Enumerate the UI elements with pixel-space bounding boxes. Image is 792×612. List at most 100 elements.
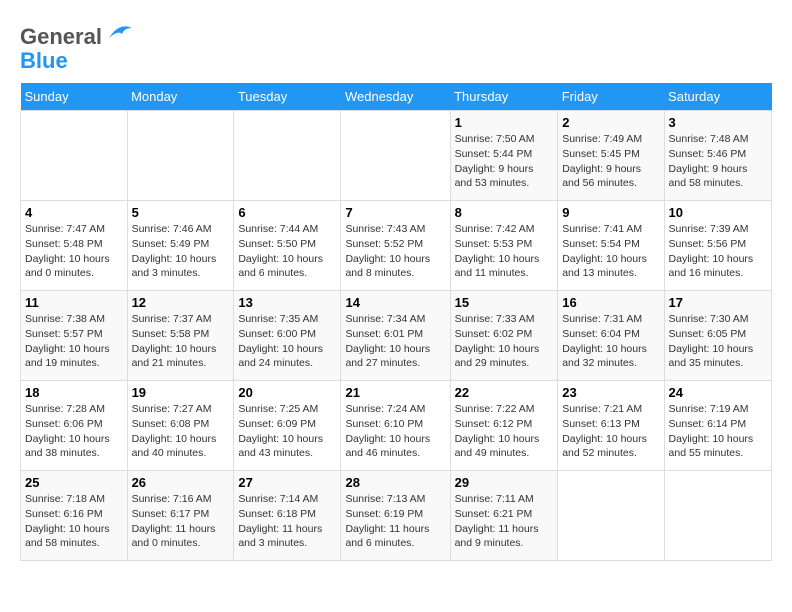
- logo: General Blue: [20, 20, 134, 73]
- day-number: 14: [345, 295, 445, 310]
- week-row-2: 4 Sunrise: 7:47 AM Sunset: 5:48 PM Daylig…: [21, 201, 772, 291]
- day-info: Sunrise: 7:38 AM Sunset: 5:57 PM Dayligh…: [25, 312, 123, 371]
- day-number: 9: [562, 205, 659, 220]
- calendar-cell: 2 Sunrise: 7:49 AM Sunset: 5:45 PM Daylig…: [558, 111, 664, 201]
- header-wednesday: Wednesday: [341, 83, 450, 111]
- calendar-cell: [664, 471, 771, 561]
- day-number: 23: [562, 385, 659, 400]
- day-number: 16: [562, 295, 659, 310]
- calendar-cell: 25Sunrise: 7:18 AM Sunset: 6:16 PM Dayli…: [21, 471, 128, 561]
- header-thursday: Thursday: [450, 83, 558, 111]
- day-info: Sunrise: 7:39 AM Sunset: 5:56 PM Dayligh…: [669, 222, 767, 281]
- calendar-cell: 10 Sunrise: 7:39 AM Sunset: 5:56 PM Dayli…: [664, 201, 771, 291]
- week-row-1: 1 Sunrise: 7:50 AM Sunset: 5:44 PM Daylig…: [21, 111, 772, 201]
- day-info: Sunrise: 7:42 AM Sunset: 5:53 PM Dayligh…: [455, 222, 554, 281]
- day-number: 17: [669, 295, 767, 310]
- day-info: Sunrise: 7:16 AM Sunset: 6:17 PM Dayligh…: [132, 492, 230, 551]
- day-info: Sunrise: 7:46 AM Sunset: 5:49 PM Dayligh…: [132, 222, 230, 281]
- day-number: 4: [25, 205, 123, 220]
- calendar-cell: 27 Sunrise: 7:14 AM Sunset: 6:18 PM Dayli…: [234, 471, 341, 561]
- calendar-cell: 14 Sunrise: 7:34 AM Sunset: 6:01 PM Dayli…: [341, 291, 450, 381]
- calendar-cell: 28 Sunrise: 7:13 AM Sunset: 6:19 PM Dayli…: [341, 471, 450, 561]
- day-number: 2: [562, 115, 659, 130]
- day-number: 5: [132, 205, 230, 220]
- day-info: Sunrise: 7:31 AM Sunset: 6:04 PM Dayligh…: [562, 312, 659, 371]
- calendar-cell: 11 Sunrise: 7:38 AM Sunset: 5:57 PM Dayli…: [21, 291, 128, 381]
- calendar-cell: [558, 471, 664, 561]
- day-info: Sunrise: 7:43 AM Sunset: 5:52 PM Dayligh…: [345, 222, 445, 281]
- day-number: 24: [669, 385, 767, 400]
- calendar-cell: 16 Sunrise: 7:31 AM Sunset: 6:04 PM Dayli…: [558, 291, 664, 381]
- day-info: Sunrise: 7:11 AM Sunset: 6:21 PM Dayligh…: [455, 492, 554, 551]
- day-info: Sunrise: 7:49 AM Sunset: 5:45 PM Dayligh…: [562, 132, 659, 191]
- day-number: 28: [345, 475, 445, 490]
- calendar-cell: 23 Sunrise: 7:21 AM Sunset: 6:13 PM Dayli…: [558, 381, 664, 471]
- calendar-cell: 3Sunrise: 7:48 AM Sunset: 5:46 PM Daylig…: [664, 111, 771, 201]
- day-number: 15: [455, 295, 554, 310]
- calendar-cell: 7 Sunrise: 7:43 AM Sunset: 5:52 PM Daylig…: [341, 201, 450, 291]
- calendar-cell: [127, 111, 234, 201]
- calendar-cell: 22Sunrise: 7:22 AM Sunset: 6:12 PM Dayli…: [450, 381, 558, 471]
- calendar-cell: [21, 111, 128, 201]
- calendar-cell: 1 Sunrise: 7:50 AM Sunset: 5:44 PM Daylig…: [450, 111, 558, 201]
- day-number: 22: [455, 385, 554, 400]
- logo-general: General: [20, 24, 102, 49]
- day-info: Sunrise: 7:37 AM Sunset: 5:58 PM Dayligh…: [132, 312, 230, 371]
- day-info: Sunrise: 7:24 AM Sunset: 6:10 PM Dayligh…: [345, 402, 445, 461]
- day-number: 29: [455, 475, 554, 490]
- week-row-4: 18 Sunrise: 7:28 AM Sunset: 6:06 PM Dayli…: [21, 381, 772, 471]
- day-info: Sunrise: 7:34 AM Sunset: 6:01 PM Dayligh…: [345, 312, 445, 371]
- calendar-cell: 12 Sunrise: 7:37 AM Sunset: 5:58 PM Dayli…: [127, 291, 234, 381]
- header-friday: Friday: [558, 83, 664, 111]
- day-info: Sunrise: 7:21 AM Sunset: 6:13 PM Dayligh…: [562, 402, 659, 461]
- day-info: Sunrise: 7:28 AM Sunset: 6:06 PM Dayligh…: [25, 402, 123, 461]
- day-info: Sunrise: 7:14 AM Sunset: 6:18 PM Dayligh…: [238, 492, 336, 551]
- day-number: 21: [345, 385, 445, 400]
- day-number: 12: [132, 295, 230, 310]
- calendar-cell: 15 Sunrise: 7:33 AM Sunset: 6:02 PM Dayli…: [450, 291, 558, 381]
- day-info: Sunrise: 7:27 AM Sunset: 6:08 PM Dayligh…: [132, 402, 230, 461]
- calendar-table: SundayMondayTuesdayWednesdayThursdayFrid…: [20, 83, 772, 561]
- day-number: 10: [669, 205, 767, 220]
- day-number: 26: [132, 475, 230, 490]
- day-info: Sunrise: 7:41 AM Sunset: 5:54 PM Dayligh…: [562, 222, 659, 281]
- logo-bird-icon: [104, 20, 134, 44]
- day-number: 8: [455, 205, 554, 220]
- calendar-cell: 26 Sunrise: 7:16 AM Sunset: 6:17 PM Dayli…: [127, 471, 234, 561]
- calendar-cell: 13Sunrise: 7:35 AM Sunset: 6:00 PM Dayli…: [234, 291, 341, 381]
- calendar-cell: 24 Sunrise: 7:19 AM Sunset: 6:14 PM Dayli…: [664, 381, 771, 471]
- day-number: 7: [345, 205, 445, 220]
- day-number: 1: [455, 115, 554, 130]
- calendar-cell: 4 Sunrise: 7:47 AM Sunset: 5:48 PM Daylig…: [21, 201, 128, 291]
- calendar-cell: 9 Sunrise: 7:41 AM Sunset: 5:54 PM Daylig…: [558, 201, 664, 291]
- day-info: Sunrise: 7:19 AM Sunset: 6:14 PM Dayligh…: [669, 402, 767, 461]
- day-info: Sunrise: 7:13 AM Sunset: 6:19 PM Dayligh…: [345, 492, 445, 551]
- calendar-cell: 17Sunrise: 7:30 AM Sunset: 6:05 PM Dayli…: [664, 291, 771, 381]
- header-tuesday: Tuesday: [234, 83, 341, 111]
- day-number: 18: [25, 385, 123, 400]
- week-row-3: 11 Sunrise: 7:38 AM Sunset: 5:57 PM Dayli…: [21, 291, 772, 381]
- day-info: Sunrise: 7:50 AM Sunset: 5:44 PM Dayligh…: [455, 132, 554, 191]
- day-number: 6: [238, 205, 336, 220]
- calendar-cell: 20Sunrise: 7:25 AM Sunset: 6:09 PM Dayli…: [234, 381, 341, 471]
- day-number: 27: [238, 475, 336, 490]
- header-saturday: Saturday: [664, 83, 771, 111]
- day-number: 3: [669, 115, 767, 130]
- week-row-5: 25Sunrise: 7:18 AM Sunset: 6:16 PM Dayli…: [21, 471, 772, 561]
- header: General Blue: [20, 20, 772, 73]
- day-number: 19: [132, 385, 230, 400]
- header-monday: Monday: [127, 83, 234, 111]
- day-info: Sunrise: 7:18 AM Sunset: 6:16 PM Dayligh…: [25, 492, 123, 551]
- day-info: Sunrise: 7:44 AM Sunset: 5:50 PM Dayligh…: [238, 222, 336, 281]
- calendar-cell: 6 Sunrise: 7:44 AM Sunset: 5:50 PM Daylig…: [234, 201, 341, 291]
- calendar-cell: 18 Sunrise: 7:28 AM Sunset: 6:06 PM Dayli…: [21, 381, 128, 471]
- day-info: Sunrise: 7:25 AM Sunset: 6:09 PM Dayligh…: [238, 402, 336, 461]
- calendar-cell: 21 Sunrise: 7:24 AM Sunset: 6:10 PM Dayli…: [341, 381, 450, 471]
- day-info: Sunrise: 7:35 AM Sunset: 6:00 PM Dayligh…: [238, 312, 336, 371]
- day-info: Sunrise: 7:33 AM Sunset: 6:02 PM Dayligh…: [455, 312, 554, 371]
- day-number: 11: [25, 295, 123, 310]
- calendar-cell: 8 Sunrise: 7:42 AM Sunset: 5:53 PM Daylig…: [450, 201, 558, 291]
- calendar-cell: 5 Sunrise: 7:46 AM Sunset: 5:49 PM Daylig…: [127, 201, 234, 291]
- day-info: Sunrise: 7:47 AM Sunset: 5:48 PM Dayligh…: [25, 222, 123, 281]
- calendar-cell: [234, 111, 341, 201]
